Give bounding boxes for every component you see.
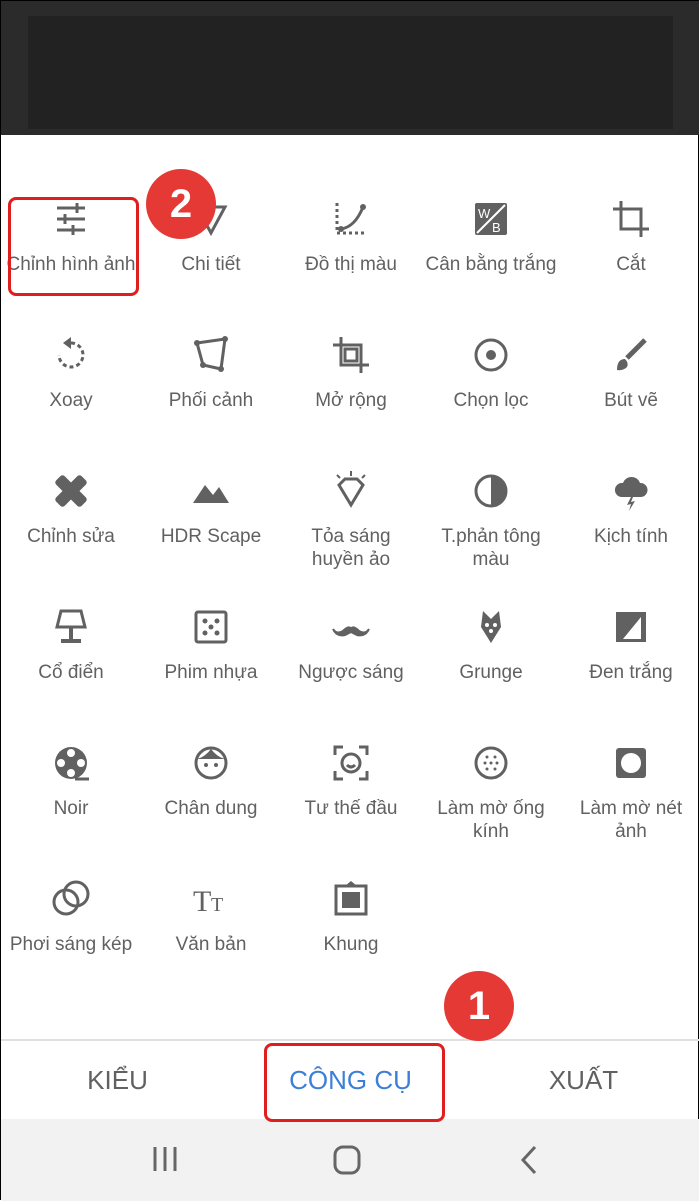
- tool-label: Kịch tính: [594, 526, 668, 547]
- curves-icon: [335, 203, 367, 235]
- text-icon: TT: [193, 885, 223, 918]
- tab-export[interactable]: XUẤT: [467, 1041, 699, 1119]
- mountains-icon: [193, 485, 229, 503]
- rotate-icon: [57, 337, 85, 369]
- tool-film-reel[interactable]: Noir: [1, 735, 141, 855]
- film-reel-icon: [55, 747, 89, 781]
- tool-label: Ngược sáng: [298, 662, 404, 683]
- tool-perspective[interactable]: Phối cảnh: [141, 327, 281, 447]
- tool-healing[interactable]: Chỉnh sửa: [1, 463, 141, 583]
- tool-brush[interactable]: Bút vẽ: [561, 327, 699, 447]
- tool-text[interactable]: T T Văn bản: [141, 871, 281, 991]
- tool-expand[interactable]: Mở rộng: [281, 327, 421, 447]
- svg-text:B: B: [492, 220, 501, 235]
- tool-rotate[interactable]: Xoay: [1, 327, 141, 447]
- face-icon: [194, 746, 228, 780]
- recent-apps-icon[interactable]: [135, 1139, 195, 1181]
- tool-label: Chân dung: [164, 798, 258, 819]
- tab-tools[interactable]: CÔNG CỤ: [234, 1041, 467, 1119]
- tune-sliders-icon: [57, 203, 85, 235]
- selective-icon: [474, 338, 508, 372]
- tool-label: Cổ điển: [38, 662, 104, 683]
- tool-label: HDR Scape: [160, 526, 262, 547]
- svg-text:T: T: [193, 885, 211, 918]
- tool-vignette[interactable]: Làm mờ nét ảnh: [561, 735, 699, 855]
- tool-label: Phơi sáng kép: [9, 934, 133, 955]
- tool-black-white[interactable]: Đen trắng: [561, 599, 699, 719]
- step-badge-1: 1: [444, 971, 514, 1041]
- tool-label: Đen trắng: [589, 662, 673, 683]
- tool-curves[interactable]: Đồ thị màu: [281, 191, 421, 311]
- tool-label: Chỉnh sửa: [27, 526, 115, 547]
- tool-grunge-guitar[interactable]: Grunge: [421, 599, 561, 719]
- tool-label: Grunge: [459, 662, 523, 683]
- tool-label: Noir: [53, 798, 89, 819]
- tonal-contrast-icon: [474, 474, 508, 508]
- step-badge-2: 2: [146, 169, 216, 239]
- tool-label: Tỏa sáng huyền ảo: [311, 526, 391, 570]
- tool-glamour-glow[interactable]: Tỏa sáng huyền ảo: [281, 463, 421, 583]
- tool-label: Bút vẽ: [604, 390, 658, 411]
- tool-label: Tư thế đầu: [304, 798, 398, 819]
- tool-selective[interactable]: Chọn lọc: [421, 327, 561, 447]
- image-preview: [28, 16, 673, 129]
- svg-text:T: T: [211, 894, 223, 916]
- tool-mountains[interactable]: HDR Scape: [141, 463, 281, 583]
- tool-head-pose[interactable]: Tư thế đầu: [281, 735, 421, 855]
- grunge-guitar-icon: [481, 611, 501, 643]
- tool-label: Chỉnh hình ảnh: [6, 254, 136, 275]
- tool-face[interactable]: Chân dung: [141, 735, 281, 855]
- tool-double-exposure[interactable]: Phơi sáng kép: [1, 871, 141, 991]
- tool-tonal-contrast[interactable]: T.phản tông màu: [421, 463, 561, 583]
- tool-label: Phim nhựa: [164, 662, 258, 683]
- system-nav-bar: [1, 1119, 699, 1201]
- mustache-icon: [332, 626, 370, 637]
- tool-label: Làm mờ nét ảnh: [579, 798, 683, 842]
- lens-blur-icon: [474, 746, 508, 780]
- healing-icon: [55, 475, 87, 507]
- vintage-lamp-icon: [55, 609, 87, 643]
- brush-icon: [617, 338, 647, 371]
- tool-label: Phối cảnh: [168, 390, 254, 411]
- svg-text:W: W: [478, 206, 491, 221]
- tool-label: Xoay: [49, 390, 93, 411]
- tool-crop[interactable]: Cắt: [561, 191, 699, 311]
- head-pose-icon: [333, 745, 369, 781]
- tool-label: Mở rộng: [315, 390, 387, 411]
- tool-label: Văn bản: [175, 934, 247, 955]
- tool-grainy-film[interactable]: Phim nhựa: [141, 599, 281, 719]
- black-white-icon: [616, 612, 646, 642]
- tab-styles[interactable]: KIỂU: [1, 1041, 234, 1119]
- tool-mustache[interactable]: Ngược sáng: [281, 599, 421, 719]
- tool-label: Đồ thị màu: [305, 254, 397, 275]
- white-balance-icon: WB: [475, 203, 507, 235]
- home-icon[interactable]: [317, 1139, 377, 1181]
- grainy-film-icon: [194, 610, 228, 644]
- tool-tune-sliders[interactable]: Chỉnh hình ảnh: [1, 191, 141, 311]
- vignette-icon: [616, 748, 646, 778]
- double-exposure-icon: [52, 880, 90, 916]
- expand-icon: [333, 337, 369, 373]
- tool-label: Cắt: [616, 254, 646, 275]
- tool-lens-blur[interactable]: Làm mờ ống kính: [421, 735, 561, 855]
- tool-vintage-lamp[interactable]: Cổ điển: [1, 599, 141, 719]
- crop-icon: [613, 201, 649, 237]
- tool-label: Cân bằng trắng: [425, 254, 557, 275]
- tool-label: Khung: [323, 934, 379, 955]
- tool-label: T.phản tông màu: [441, 526, 541, 570]
- frame-icon: [334, 881, 368, 916]
- tool-drama-cloud[interactable]: Kịch tính: [561, 463, 699, 583]
- back-icon[interactable]: [499, 1139, 559, 1181]
- tool-white-balance[interactable]: W B Cân bằng trắng: [421, 191, 561, 311]
- tool-frame[interactable]: Khung: [281, 871, 421, 991]
- tool-label: Làm mờ ống kính: [437, 798, 545, 842]
- image-preview-area: [1, 1, 699, 135]
- glamour-glow-icon: [336, 471, 366, 508]
- perspective-icon: [194, 336, 228, 372]
- drama-cloud-icon: [614, 476, 648, 511]
- tool-label: Chọn lọc: [453, 390, 529, 411]
- tool-label: Chi tiết: [181, 254, 241, 275]
